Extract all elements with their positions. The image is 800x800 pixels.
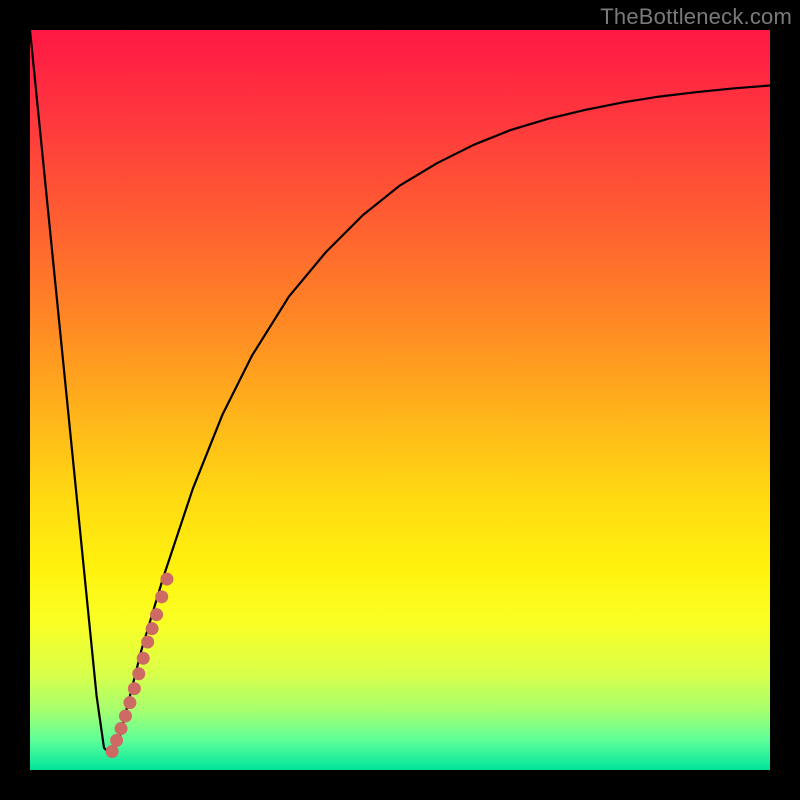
highlight-dot <box>132 667 145 680</box>
highlight-dot <box>106 745 119 758</box>
highlight-dot <box>155 590 168 603</box>
highlight-dot <box>141 635 154 648</box>
bottleneck-curve <box>30 30 770 755</box>
highlight-dot <box>160 573 173 586</box>
highlight-dot <box>115 722 128 735</box>
chart-layer <box>30 30 770 770</box>
highlight-dot <box>119 709 132 722</box>
highlight-dot <box>150 608 163 621</box>
chart-frame: TheBottleneck.com <box>0 0 800 800</box>
highlight-dot <box>146 622 159 635</box>
highlight-segment <box>106 573 174 758</box>
highlight-dot <box>137 652 150 665</box>
highlight-dot <box>110 734 123 747</box>
highlight-dot <box>123 696 136 709</box>
plot-area <box>30 30 770 770</box>
watermark-text: TheBottleneck.com <box>600 4 792 30</box>
highlight-dot <box>128 682 141 695</box>
